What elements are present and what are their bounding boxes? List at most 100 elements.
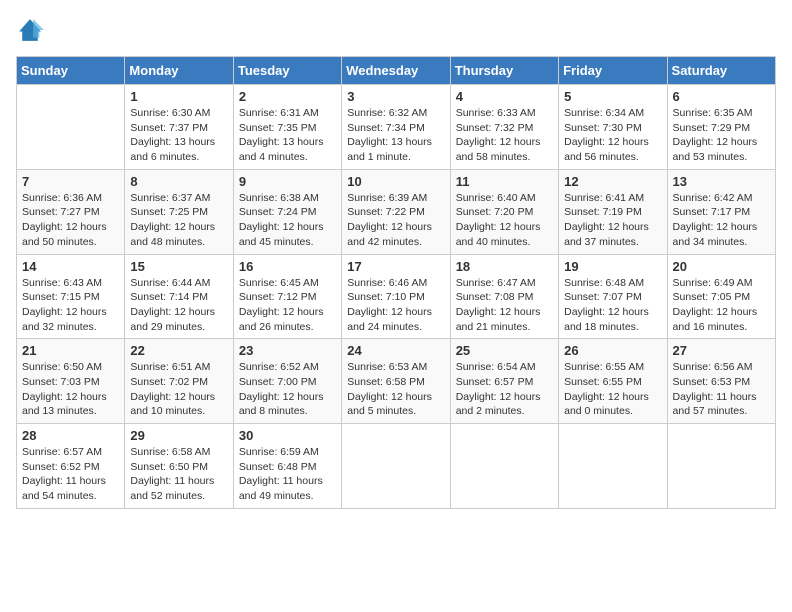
day-info: Sunrise: 6:32 AM Sunset: 7:34 PM Dayligh… bbox=[347, 106, 444, 165]
day-info: Sunrise: 6:30 AM Sunset: 7:37 PM Dayligh… bbox=[130, 106, 227, 165]
calendar-cell: 22 Sunrise: 6:51 AM Sunset: 7:02 PM Dayli… bbox=[125, 339, 233, 424]
calendar-cell: 18 Sunrise: 6:47 AM Sunset: 7:08 PM Dayli… bbox=[450, 254, 558, 339]
day-number: 7 bbox=[22, 174, 119, 189]
day-info: Sunrise: 6:34 AM Sunset: 7:30 PM Dayligh… bbox=[564, 106, 661, 165]
calendar-cell: 11Sunrise: 6:40 AM Sunset: 7:20 PM Dayli… bbox=[450, 169, 558, 254]
calendar-cell: 1 Sunrise: 6:30 AM Sunset: 7:37 PM Daylig… bbox=[125, 85, 233, 170]
day-number: 15 bbox=[130, 259, 227, 274]
day-info: Sunrise: 6:44 AM Sunset: 7:14 PM Dayligh… bbox=[130, 276, 227, 335]
calendar-cell: 2 Sunrise: 6:31 AM Sunset: 7:35 PM Daylig… bbox=[233, 85, 341, 170]
day-number: 21 bbox=[22, 343, 119, 358]
column-header-friday: Friday bbox=[559, 57, 667, 85]
calendar-cell: 12 Sunrise: 6:41 AM Sunset: 7:19 PM Dayli… bbox=[559, 169, 667, 254]
calendar-cell: 17 Sunrise: 6:46 AM Sunset: 7:10 PM Dayli… bbox=[342, 254, 450, 339]
day-number: 20 bbox=[673, 259, 770, 274]
day-info: Sunrise: 6:42 AM Sunset: 7:17 PM Dayligh… bbox=[673, 191, 770, 250]
calendar-cell bbox=[17, 85, 125, 170]
day-info: Sunrise: 6:51 AM Sunset: 7:02 PM Dayligh… bbox=[130, 360, 227, 419]
calendar-week-row: 14 Sunrise: 6:43 AM Sunset: 7:15 PM Dayli… bbox=[17, 254, 776, 339]
calendar-week-row: 28 Sunrise: 6:57 AM Sunset: 6:52 PM Dayli… bbox=[17, 424, 776, 509]
column-header-wednesday: Wednesday bbox=[342, 57, 450, 85]
day-number: 8 bbox=[130, 174, 227, 189]
day-number: 28 bbox=[22, 428, 119, 443]
calendar-cell: 13 Sunrise: 6:42 AM Sunset: 7:17 PM Dayli… bbox=[667, 169, 775, 254]
day-info: Sunrise: 6:33 AM Sunset: 7:32 PM Dayligh… bbox=[456, 106, 553, 165]
day-info: Sunrise: 6:49 AM Sunset: 7:05 PM Dayligh… bbox=[673, 276, 770, 335]
calendar-cell: 15 Sunrise: 6:44 AM Sunset: 7:14 PM Dayli… bbox=[125, 254, 233, 339]
day-info: Sunrise: 6:50 AM Sunset: 7:03 PM Dayligh… bbox=[22, 360, 119, 419]
day-info: Sunrise: 6:55 AM Sunset: 6:55 PM Dayligh… bbox=[564, 360, 661, 419]
day-info: Sunrise: 6:35 AM Sunset: 7:29 PM Dayligh… bbox=[673, 106, 770, 165]
day-info: Sunrise: 6:47 AM Sunset: 7:08 PM Dayligh… bbox=[456, 276, 553, 335]
calendar-week-row: 21 Sunrise: 6:50 AM Sunset: 7:03 PM Dayli… bbox=[17, 339, 776, 424]
day-number: 17 bbox=[347, 259, 444, 274]
calendar-cell: 10 Sunrise: 6:39 AM Sunset: 7:22 PM Dayli… bbox=[342, 169, 450, 254]
day-number: 18 bbox=[456, 259, 553, 274]
day-info: Sunrise: 6:53 AM Sunset: 6:58 PM Dayligh… bbox=[347, 360, 444, 419]
day-info: Sunrise: 6:46 AM Sunset: 7:10 PM Dayligh… bbox=[347, 276, 444, 335]
day-number: 27 bbox=[673, 343, 770, 358]
day-info: Sunrise: 6:59 AM Sunset: 6:48 PM Dayligh… bbox=[239, 445, 336, 504]
calendar-cell: 27Sunrise: 6:56 AM Sunset: 6:53 PM Dayli… bbox=[667, 339, 775, 424]
day-info: Sunrise: 6:31 AM Sunset: 7:35 PM Dayligh… bbox=[239, 106, 336, 165]
day-number: 6 bbox=[673, 89, 770, 104]
day-number: 30 bbox=[239, 428, 336, 443]
day-info: Sunrise: 6:45 AM Sunset: 7:12 PM Dayligh… bbox=[239, 276, 336, 335]
calendar-cell: 7 Sunrise: 6:36 AM Sunset: 7:27 PM Daylig… bbox=[17, 169, 125, 254]
logo bbox=[16, 16, 48, 44]
calendar-week-row: 7 Sunrise: 6:36 AM Sunset: 7:27 PM Daylig… bbox=[17, 169, 776, 254]
day-number: 16 bbox=[239, 259, 336, 274]
day-info: Sunrise: 6:52 AM Sunset: 7:00 PM Dayligh… bbox=[239, 360, 336, 419]
calendar-cell bbox=[667, 424, 775, 509]
day-number: 2 bbox=[239, 89, 336, 104]
day-number: 13 bbox=[673, 174, 770, 189]
day-number: 3 bbox=[347, 89, 444, 104]
calendar-cell: 25Sunrise: 6:54 AM Sunset: 6:57 PM Dayli… bbox=[450, 339, 558, 424]
day-number: 29 bbox=[130, 428, 227, 443]
day-number: 14 bbox=[22, 259, 119, 274]
day-number: 26 bbox=[564, 343, 661, 358]
calendar-cell: 20 Sunrise: 6:49 AM Sunset: 7:05 PM Dayli… bbox=[667, 254, 775, 339]
day-number: 19 bbox=[564, 259, 661, 274]
day-info: Sunrise: 6:36 AM Sunset: 7:27 PM Dayligh… bbox=[22, 191, 119, 250]
day-number: 23 bbox=[239, 343, 336, 358]
day-info: Sunrise: 6:37 AM Sunset: 7:25 PM Dayligh… bbox=[130, 191, 227, 250]
calendar-cell: 3 Sunrise: 6:32 AM Sunset: 7:34 PM Daylig… bbox=[342, 85, 450, 170]
calendar-cell: 21 Sunrise: 6:50 AM Sunset: 7:03 PM Dayli… bbox=[17, 339, 125, 424]
day-number: 22 bbox=[130, 343, 227, 358]
calendar-cell: 30 Sunrise: 6:59 AM Sunset: 6:48 PM Dayli… bbox=[233, 424, 341, 509]
day-number: 9 bbox=[239, 174, 336, 189]
calendar-cell: 19 Sunrise: 6:48 AM Sunset: 7:07 PM Dayli… bbox=[559, 254, 667, 339]
day-number: 25 bbox=[456, 343, 553, 358]
column-header-sunday: Sunday bbox=[17, 57, 125, 85]
calendar-cell bbox=[450, 424, 558, 509]
calendar-header-row: SundayMondayTuesdayWednesdayThursdayFrid… bbox=[17, 57, 776, 85]
calendar-cell: 23 Sunrise: 6:52 AM Sunset: 7:00 PM Dayli… bbox=[233, 339, 341, 424]
calendar-cell: 14 Sunrise: 6:43 AM Sunset: 7:15 PM Dayli… bbox=[17, 254, 125, 339]
day-info: Sunrise: 6:43 AM Sunset: 7:15 PM Dayligh… bbox=[22, 276, 119, 335]
day-info: Sunrise: 6:41 AM Sunset: 7:19 PM Dayligh… bbox=[564, 191, 661, 250]
calendar-cell: 24 Sunrise: 6:53 AM Sunset: 6:58 PM Dayli… bbox=[342, 339, 450, 424]
day-info: Sunrise: 6:39 AM Sunset: 7:22 PM Dayligh… bbox=[347, 191, 444, 250]
day-number: 24 bbox=[347, 343, 444, 358]
calendar-week-row: 1 Sunrise: 6:30 AM Sunset: 7:37 PM Daylig… bbox=[17, 85, 776, 170]
column-header-monday: Monday bbox=[125, 57, 233, 85]
calendar-cell: 29 Sunrise: 6:58 AM Sunset: 6:50 PM Dayli… bbox=[125, 424, 233, 509]
calendar-table: SundayMondayTuesdayWednesdayThursdayFrid… bbox=[16, 56, 776, 509]
day-number: 4 bbox=[456, 89, 553, 104]
calendar-cell: 8 Sunrise: 6:37 AM Sunset: 7:25 PM Daylig… bbox=[125, 169, 233, 254]
day-number: 1 bbox=[130, 89, 227, 104]
column-header-thursday: Thursday bbox=[450, 57, 558, 85]
day-number: 10 bbox=[347, 174, 444, 189]
calendar-cell: 9 Sunrise: 6:38 AM Sunset: 7:24 PM Daylig… bbox=[233, 169, 341, 254]
day-info: Sunrise: 6:38 AM Sunset: 7:24 PM Dayligh… bbox=[239, 191, 336, 250]
calendar-cell: 26 Sunrise: 6:55 AM Sunset: 6:55 PM Dayli… bbox=[559, 339, 667, 424]
column-header-saturday: Saturday bbox=[667, 57, 775, 85]
day-info: Sunrise: 6:58 AM Sunset: 6:50 PM Dayligh… bbox=[130, 445, 227, 504]
day-info: Sunrise: 6:48 AM Sunset: 7:07 PM Dayligh… bbox=[564, 276, 661, 335]
calendar-cell: 6 Sunrise: 6:35 AM Sunset: 7:29 PM Daylig… bbox=[667, 85, 775, 170]
calendar-cell: 4 Sunrise: 6:33 AM Sunset: 7:32 PM Daylig… bbox=[450, 85, 558, 170]
day-number: 12 bbox=[564, 174, 661, 189]
day-info: Sunrise: 6:40 AM Sunset: 7:20 PM Dayligh… bbox=[456, 191, 553, 250]
day-info: Sunrise: 6:57 AM Sunset: 6:52 PM Dayligh… bbox=[22, 445, 119, 504]
